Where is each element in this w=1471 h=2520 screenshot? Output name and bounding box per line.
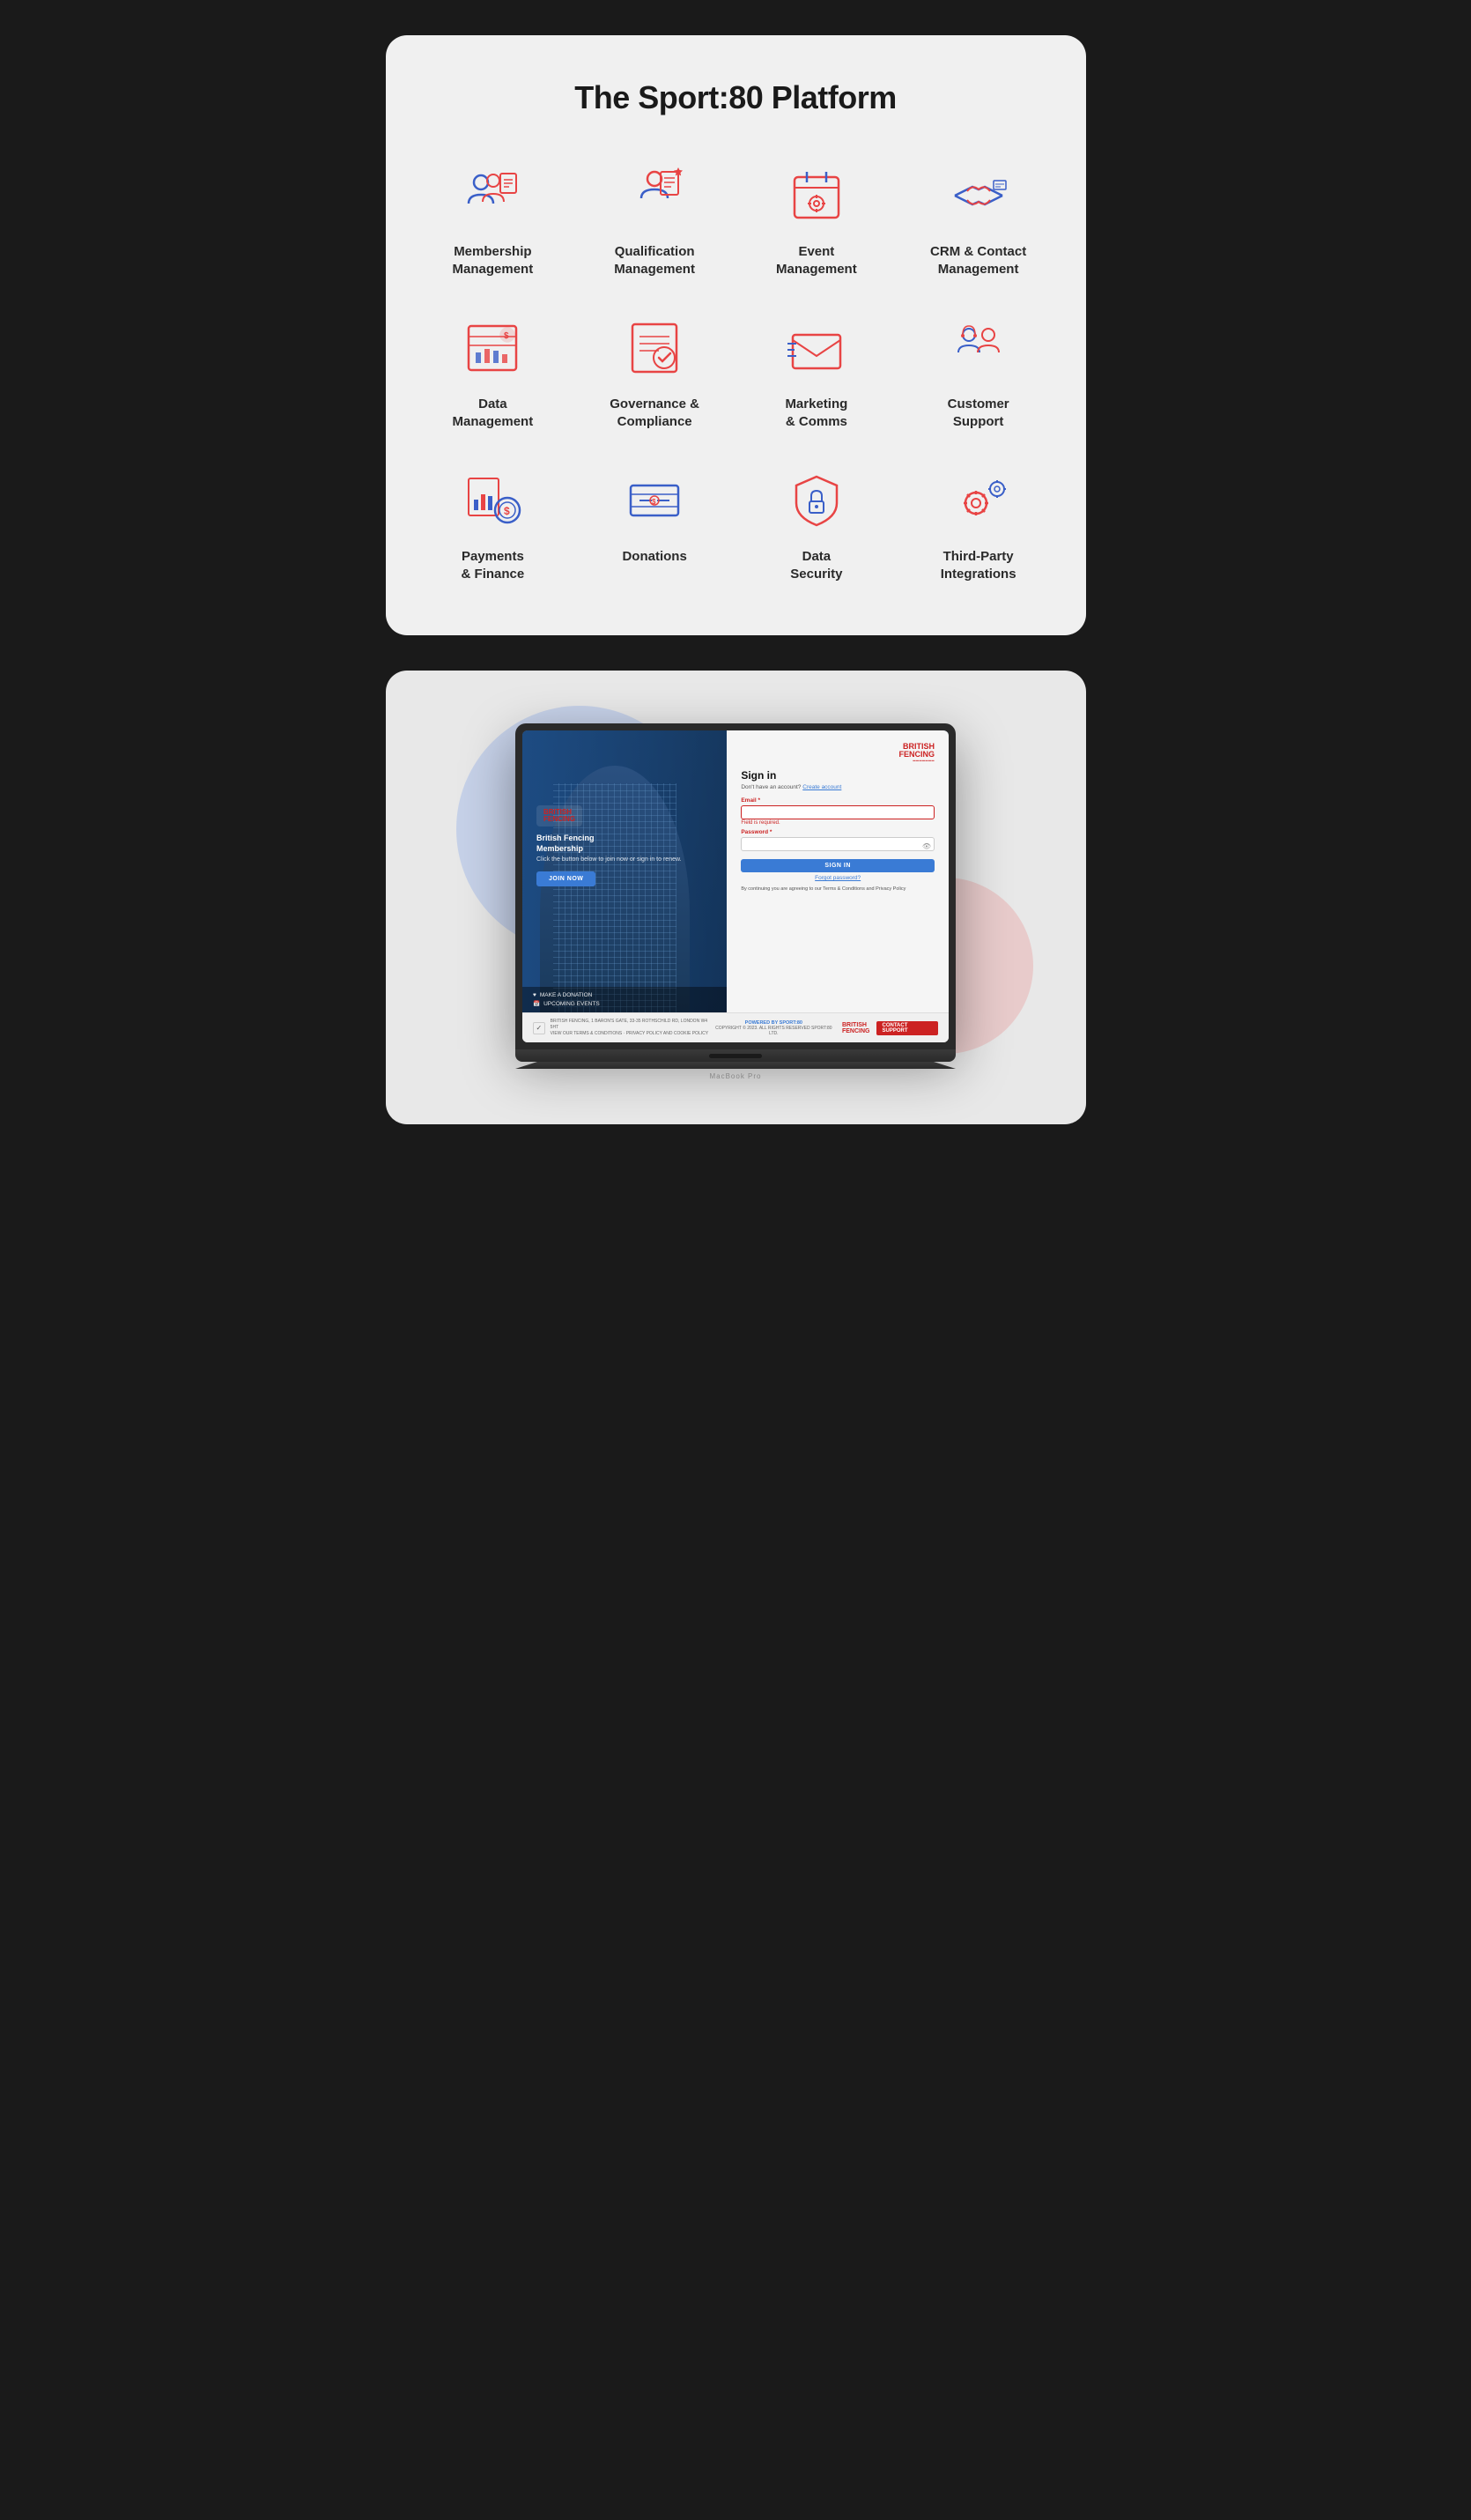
- donation-icon: ♥: [533, 992, 536, 998]
- login-logo: BRITISH FENCING ━━━━━━━: [741, 743, 935, 764]
- platform-item-marketing[interactable]: Marketing& Comms: [744, 313, 889, 430]
- copyright-text: COPYRIGHT © 2023. ALL RIGHTS RESERVED SP…: [713, 1026, 835, 1036]
- forgot-password-link[interactable]: Forgot password?: [741, 875, 935, 881]
- governance-label: Governance &Compliance: [610, 396, 699, 430]
- crm-icon: [943, 160, 1014, 231]
- laptop-body: BRITISHFENCING British Fencing Membershi…: [515, 723, 956, 1049]
- bf-subtitle: Click the button below to join now or si…: [536, 856, 682, 864]
- footer-bf-logo: BRITISHFENCING: [842, 1022, 870, 1034]
- svg-text:$: $: [504, 331, 509, 341]
- email-error: Field is required.: [741, 820, 935, 826]
- qualification-icon: [619, 160, 690, 231]
- data-icon: $: [457, 313, 528, 383]
- laptop-base: [515, 1049, 956, 1062]
- security-label: DataSecurity: [790, 548, 842, 582]
- integrations-icon: [943, 465, 1014, 536]
- qualification-label: QualificationManagement: [614, 243, 695, 278]
- platform-item-qualification[interactable]: QualificationManagement: [582, 160, 727, 278]
- platform-item-integrations[interactable]: Third-PartyIntegrations: [906, 465, 1051, 582]
- bf-membership-title: British Fencing Membership: [536, 834, 595, 854]
- email-label: Email *: [741, 797, 935, 804]
- screen-footer: ✓ BRITISH FENCING, 1 BARON'S GATE, 33-35…: [522, 1012, 949, 1042]
- calendar-icon: 📅: [533, 1000, 540, 1007]
- platform-item-security[interactable]: DataSecurity: [744, 465, 889, 582]
- create-account-link[interactable]: Create account: [802, 784, 841, 790]
- platform-item-crm[interactable]: CRM & ContactManagement: [906, 160, 1051, 278]
- platform-item-donations[interactable]: $ Donations: [582, 465, 727, 582]
- footer-address: BRITISH FENCING, 1 BARON'S GATE, 33-35 R…: [551, 1019, 713, 1037]
- password-row: 👁: [741, 837, 935, 856]
- marketing-label: Marketing& Comms: [785, 396, 847, 430]
- membership-label: MembershipManagement: [453, 243, 534, 278]
- upcoming-events-link[interactable]: 📅 UPCOMING EVENTS: [533, 1000, 716, 1007]
- platform-grid: MembershipManagement QualificationMa: [421, 160, 1051, 582]
- platform-section: The Sport:80 Platform Memb: [386, 35, 1086, 635]
- email-input[interactable]: [741, 805, 935, 819]
- platform-item-event[interactable]: EventManagement: [744, 160, 889, 278]
- integrations-label: Third-PartyIntegrations: [941, 548, 1016, 582]
- login-logo-text: BRITISH FENCING ━━━━━━━: [899, 743, 935, 764]
- laptop-screen: BRITISHFENCING British Fencing Membershi…: [522, 730, 949, 1042]
- bf-logo-left: BRITISHFENCING: [536, 805, 582, 826]
- marketing-icon: [781, 313, 852, 383]
- support-icon: [943, 313, 1014, 383]
- laptop-wrapper: BRITISHFENCING British Fencing Membershi…: [515, 723, 956, 1080]
- screen-left-panel: BRITISHFENCING British Fencing Membershi…: [522, 730, 727, 961]
- svg-text:$: $: [652, 498, 656, 506]
- login-terms: By continuing you are agreeing to our Te…: [741, 886, 935, 893]
- platform-item-support[interactable]: CustomerSupport: [906, 313, 1051, 430]
- svg-text:$: $: [504, 505, 510, 517]
- laptop-section: BRITISHFENCING British Fencing Membershi…: [386, 671, 1086, 1124]
- platform-title: The Sport:80 Platform: [421, 79, 1051, 116]
- membership-icon: [457, 160, 528, 231]
- laptop-stand: [515, 1062, 956, 1069]
- powered-by-area: POWERED BY SPORT:80 COPYRIGHT © 2023. AL…: [713, 1020, 835, 1036]
- event-label: EventManagement: [776, 243, 857, 278]
- signin-button[interactable]: SIGN IN: [741, 859, 935, 872]
- security-icon: [781, 465, 852, 536]
- platform-item-membership[interactable]: MembershipManagement: [421, 160, 565, 278]
- platform-item-payments[interactable]: $ Payments& Finance: [421, 465, 565, 582]
- footer-contact-button[interactable]: CONTACT SUPPORT: [876, 1021, 938, 1035]
- bf-logo-text: BRITISHFENCING: [543, 809, 575, 823]
- password-label: Password *: [741, 829, 935, 835]
- platform-item-governance[interactable]: Governance &Compliance: [582, 313, 727, 430]
- recaptcha-box: ✓: [533, 1022, 545, 1034]
- governance-icon: [619, 313, 690, 383]
- payments-label: Payments& Finance: [462, 548, 525, 582]
- support-label: CustomerSupport: [948, 396, 1009, 430]
- password-input[interactable]: [741, 837, 935, 851]
- join-now-button[interactable]: JOIN NOW: [536, 871, 595, 886]
- payments-icon: $: [457, 465, 528, 536]
- make-donation-link[interactable]: ♥ MAKE A DONATION: [533, 992, 716, 998]
- platform-item-data[interactable]: $ DataManagement: [421, 313, 565, 430]
- eye-icon: 👁: [922, 842, 931, 850]
- login-title: Sign in: [741, 769, 935, 782]
- footer-right: POWERED BY SPORT:80 COPYRIGHT © 2023. AL…: [713, 1020, 938, 1036]
- laptop-model-label: MacBook Pro: [515, 1072, 956, 1080]
- footer-left: ✓ BRITISH FENCING, 1 BARON'S GATE, 33-35…: [533, 1019, 713, 1037]
- login-create-account: Don't have an account? Create account: [741, 784, 935, 790]
- crm-label: CRM & ContactManagement: [930, 243, 1026, 278]
- login-panel: BRITISH FENCING ━━━━━━━ Sign in Don't ha…: [727, 730, 949, 1012]
- laptop-notch: [709, 1054, 762, 1058]
- screen-inner: BRITISHFENCING British Fencing Membershi…: [522, 730, 949, 1012]
- screen-bottom-links: ♥ MAKE A DONATION 📅 UPCOMING EVENTS: [522, 987, 727, 1012]
- event-icon: [781, 160, 852, 231]
- donations-label: Donations: [622, 548, 686, 566]
- donations-icon: $: [619, 465, 690, 536]
- data-label: DataManagement: [453, 396, 534, 430]
